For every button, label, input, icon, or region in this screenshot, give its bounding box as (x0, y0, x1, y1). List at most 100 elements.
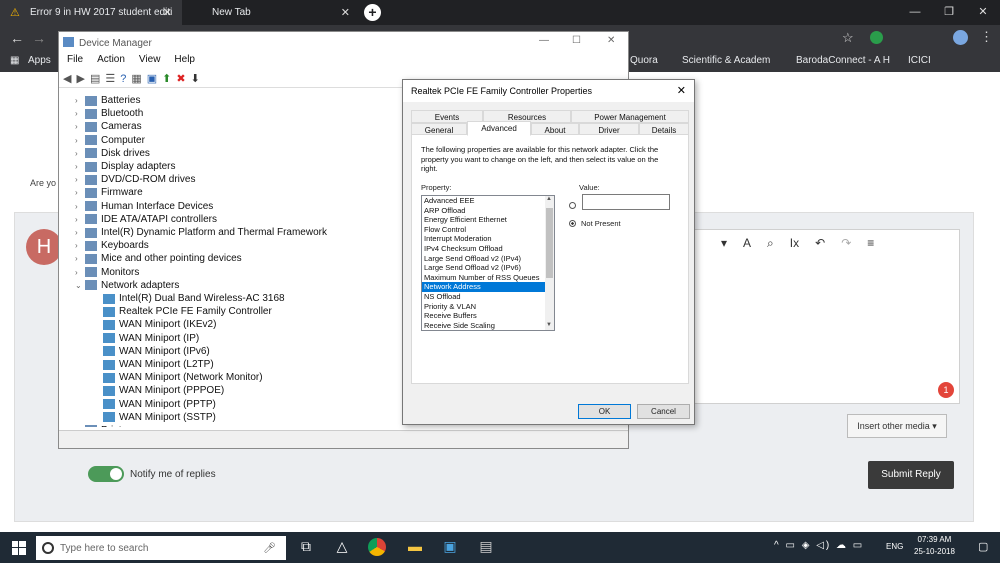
clock[interactable]: 07:39 AM 25-10-2018 (914, 534, 955, 558)
property-list[interactable]: Advanced EEE ARP Offload Energy Efficient … (421, 195, 555, 331)
menu-file[interactable]: File (67, 54, 83, 70)
taskbar-search[interactable]: Type here to search 🎤︎ (36, 536, 286, 560)
extension-icon[interactable] (870, 31, 883, 44)
tab-advanced[interactable]: Advanced (467, 121, 531, 136)
back-icon[interactable]: ← (10, 30, 24, 46)
tree-network-adapter[interactable]: WAN Miniport (IPv6) (103, 346, 210, 357)
property-item[interactable]: Network Address (422, 282, 554, 292)
display-icon[interactable]: ▭ (853, 540, 864, 551)
bookmark-scientific[interactable]: Scientific & Academ (682, 55, 770, 66)
collapsed-chevron-icon[interactable]: › (75, 96, 85, 105)
view-icon[interactable]: ▦ (131, 72, 141, 85)
network-icon[interactable]: ◈ (802, 540, 812, 551)
tree-category-ide-ata-atapi-controllers[interactable]: › IDE ATA/ATAPI controllers (75, 214, 217, 225)
restore-icon[interactable]: ❐ (932, 0, 966, 25)
cancel-button[interactable]: Cancel (637, 404, 690, 419)
tree-network-adapter[interactable]: Realtek PCIe FE Family Controller (103, 306, 272, 317)
collapsed-chevron-icon[interactable]: › (75, 122, 85, 131)
cloud-icon[interactable]: ☁ (836, 540, 848, 551)
insert-media-button[interactable]: Insert other media ▾ (847, 414, 947, 438)
tree-network-adapter[interactable]: WAN Miniport (PPPOE) (103, 385, 224, 396)
expanded-chevron-icon[interactable]: ⌄ (75, 281, 85, 290)
action-center-icon[interactable]: ▢ (978, 540, 988, 553)
property-item[interactable]: Advanced EEE (422, 196, 554, 206)
tree-category-dvd-cd-rom-drives[interactable]: › DVD/CD-ROM drives (75, 174, 195, 185)
task-view-icon[interactable]: ⧉ (296, 538, 316, 558)
tree-category-intel-r-dynamic-platform-and-thermal-framework[interactable]: › Intel(R) Dynamic Platform and Thermal F… (75, 227, 327, 238)
battery-icon[interactable]: ▭ (785, 540, 796, 551)
tree-category-cameras[interactable]: › Cameras (75, 121, 142, 132)
minimize-icon[interactable]: — (898, 0, 932, 25)
collapsed-chevron-icon[interactable]: › (75, 241, 85, 250)
align-icon[interactable]: ≡ (867, 236, 874, 251)
tree-category-monitors[interactable]: › Monitors (75, 267, 139, 278)
menu-view[interactable]: View (139, 54, 161, 70)
menu-action[interactable]: Action (97, 54, 125, 70)
chevron-up-icon[interactable]: ^ (774, 540, 781, 551)
tree-category-firmware[interactable]: › Firmware (75, 187, 143, 198)
property-list-scrollbar[interactable]: ▲ ▼ (545, 196, 554, 330)
microphone-icon[interactable]: 🎤︎ (263, 543, 276, 554)
download-icon[interactable]: ⬇ (191, 72, 200, 85)
tree-category-print-queues[interactable]: › Print queues (75, 425, 157, 427)
collapsed-chevron-icon[interactable]: › (75, 268, 85, 277)
browser-tab-active[interactable]: ⚠ Error 9 in HW 2017 student editi ✕ (0, 0, 182, 25)
property-item[interactable]: Receive Buffers (422, 311, 554, 321)
bookmark-barodaconnect[interactable]: BarodaConnect - A H (796, 55, 890, 66)
profile-avatar[interactable] (953, 30, 968, 45)
collapsed-chevron-icon[interactable]: › (75, 109, 85, 118)
collapsed-chevron-icon[interactable]: › (75, 175, 85, 184)
help-icon[interactable]: ? (120, 73, 126, 85)
collapsed-chevron-icon[interactable]: › (75, 188, 85, 197)
menu-help[interactable]: Help (174, 54, 195, 70)
notify-toggle-row[interactable]: Notify me of replies (88, 466, 216, 482)
menu-icon[interactable]: ⋮ (980, 29, 993, 45)
property-item[interactable]: Interrupt Moderation (422, 234, 554, 244)
collapsed-chevron-icon[interactable]: › (75, 162, 85, 171)
property-item[interactable]: Large Send Offload v2 (IPv6) (422, 263, 554, 273)
collapsed-chevron-icon[interactable]: › (75, 149, 85, 158)
not-present-radio[interactable] (569, 220, 576, 227)
maximize-icon[interactable]: ☐ (572, 35, 581, 46)
device-manager-taskbar-icon[interactable]: ▤ (476, 538, 496, 558)
scan-icon[interactable]: ▣ (147, 72, 157, 85)
submit-reply-button[interactable]: Submit Reply (868, 461, 954, 489)
new-tab-button[interactable]: + (364, 4, 381, 21)
close-icon[interactable]: ✕ (607, 35, 615, 46)
apps-icon[interactable]: ▦ (10, 55, 19, 66)
collapsed-chevron-icon[interactable]: › (75, 215, 85, 224)
minimize-icon[interactable]: — (539, 35, 549, 46)
tree-category-bluetooth[interactable]: › Bluetooth (75, 108, 143, 119)
tree-category-keyboards[interactable]: › Keyboards (75, 240, 149, 251)
collapsed-chevron-icon[interactable]: › (75, 228, 85, 237)
collapsed-chevron-icon[interactable]: › (75, 254, 85, 263)
close-icon[interactable]: ✕ (341, 6, 350, 19)
tree-network-adapter[interactable]: Intel(R) Dual Band Wireless-AC 3168 (103, 293, 285, 304)
tree-category-display-adapters[interactable]: › Display adapters (75, 161, 175, 172)
collapsed-chevron-icon[interactable]: › (75, 425, 85, 427)
tree-category-mice-and-other-pointing-devices[interactable]: › Mice and other pointing devices (75, 253, 242, 264)
tab-power-management[interactable]: Power Management (571, 110, 689, 123)
notify-toggle[interactable] (88, 466, 124, 482)
tree-network-adapter[interactable]: WAN Miniport (IP) (103, 333, 199, 344)
back-icon[interactable]: ◀ (63, 72, 71, 85)
language-indicator[interactable]: ENG (886, 542, 903, 551)
windows-start-icon[interactable] (12, 541, 26, 555)
tree-category-human-interface-devices[interactable]: › Human Interface Devices (75, 201, 213, 212)
chrome-icon[interactable] (368, 538, 386, 556)
property-item[interactable]: IPv4 Checksum Offload (422, 244, 554, 254)
close-window-icon[interactable]: ✕ (966, 0, 1000, 25)
bookmark-apps[interactable]: Apps (28, 55, 51, 66)
forward-icon[interactable]: → (32, 30, 46, 46)
tree-network-adapter[interactable]: WAN Miniport (PPTP) (103, 399, 216, 410)
star-icon[interactable]: ☆ (842, 30, 854, 46)
properties-icon[interactable]: ▤ (90, 72, 100, 85)
value-input[interactable] (582, 194, 670, 210)
property-item[interactable]: Maximum Number of RSS Queues (422, 273, 554, 283)
volume-icon[interactable]: ◁) (816, 540, 831, 551)
tree-category-batteries[interactable]: › Batteries (75, 95, 140, 106)
tree-network-adapter[interactable]: WAN Miniport (IKEv2) (103, 319, 216, 330)
clear-format-icon[interactable]: Ix (790, 236, 799, 251)
text-color-icon[interactable]: A (743, 236, 751, 251)
bookmark-icici[interactable]: ICICI (908, 55, 931, 66)
